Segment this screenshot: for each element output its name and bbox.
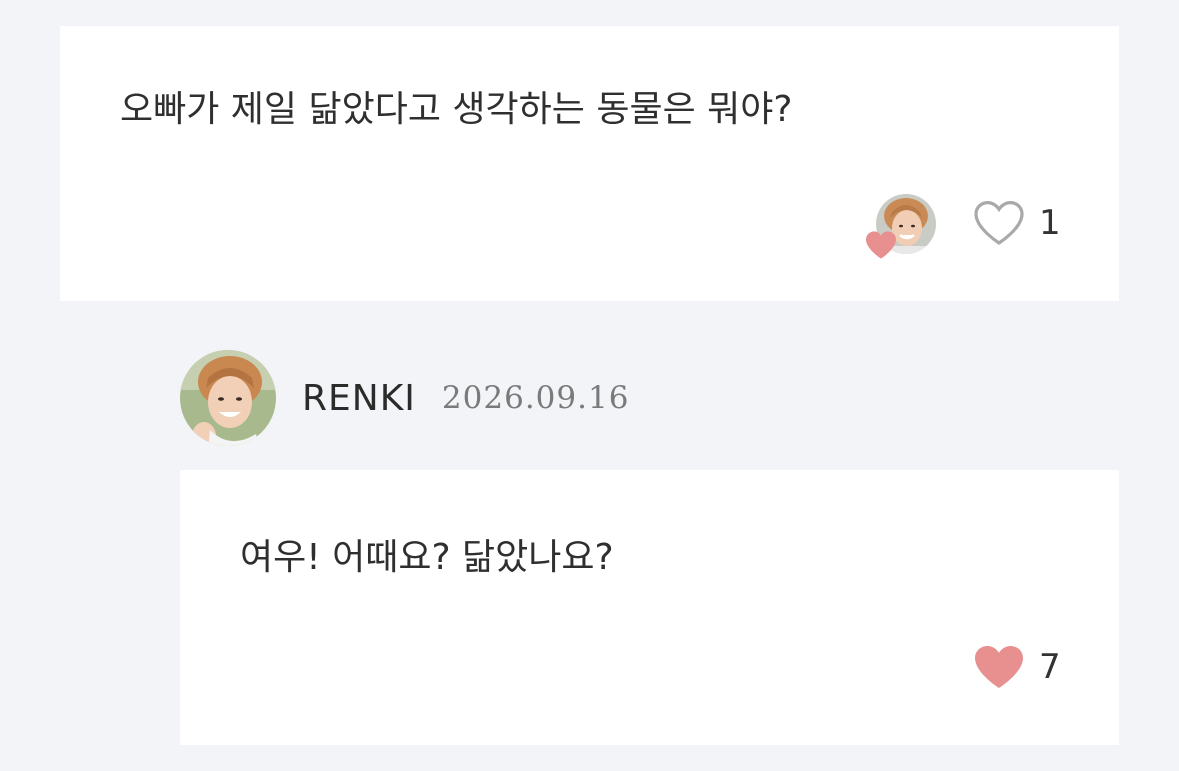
answer-like-button[interactable]: 7 bbox=[973, 644, 1061, 690]
answer-author-row: RENKI 2026.09.16 bbox=[180, 350, 629, 446]
answer-date: 2026.09.16 bbox=[441, 380, 630, 416]
answer-text: 여우! 어때요? 닮았나요? bbox=[240, 537, 614, 578]
author-avatar[interactable] bbox=[180, 350, 276, 446]
question-like-button[interactable]: 1 bbox=[973, 200, 1061, 246]
question-card: 오빠가 제일 닮았다고 생각하는 동물은 뭐야? 1 bbox=[60, 26, 1119, 301]
question-text: 오빠가 제일 닮았다고 생각하는 동물은 뭐야? bbox=[120, 89, 793, 130]
liker-avatar-group[interactable] bbox=[866, 194, 936, 259]
author-name[interactable]: RENKI bbox=[302, 378, 416, 419]
question-like-count: 1 bbox=[1039, 203, 1061, 243]
answer-card: 여우! 어때요? 닮았나요? 7 bbox=[180, 470, 1119, 745]
heart-filled-icon bbox=[975, 646, 1023, 688]
liker-heart-badge-icon bbox=[866, 231, 896, 259]
heart-outline-icon bbox=[974, 200, 1024, 245]
answer-like-count: 7 bbox=[1039, 647, 1061, 687]
